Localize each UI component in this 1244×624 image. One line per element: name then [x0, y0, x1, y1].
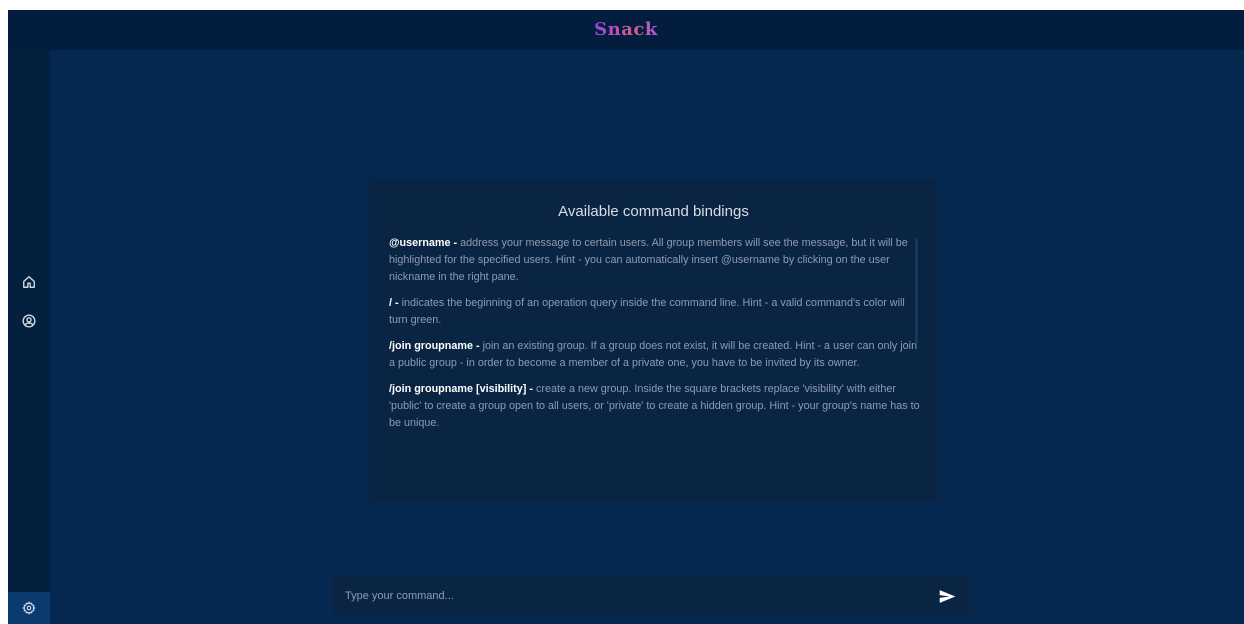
logo-text: Snack — [594, 19, 658, 40]
app-window: Snack Available command bindings @userna… — [8, 10, 1244, 624]
home-icon — [23, 276, 35, 288]
gear-icon — [22, 601, 36, 615]
app-logo: Snack — [8, 19, 1244, 40]
scrollbar-thumb[interactable] — [915, 238, 918, 344]
command-list[interactable]: @username - address your message to cert… — [389, 235, 921, 489]
command-help-panel: Available command bindings @username - a… — [369, 179, 938, 501]
settings-button[interactable] — [8, 592, 50, 624]
sidebar — [8, 50, 50, 624]
account-circle-icon — [22, 314, 36, 328]
command-input[interactable] — [345, 576, 925, 615]
scroll-fade — [389, 463, 921, 489]
command-bar — [333, 576, 970, 615]
panel-title: Available command bindings — [558, 203, 749, 220]
command-description: address your message to certain users. A… — [389, 237, 908, 283]
send-button[interactable] — [936, 586, 958, 606]
top-bar: Snack — [8, 10, 1244, 50]
home-button[interactable] — [18, 271, 40, 293]
list-item: /join groupname [visibility] - create a … — [389, 381, 921, 432]
command-name: /join groupname [visibility] - — [389, 383, 533, 395]
command-name: / - — [389, 297, 399, 309]
command-name: /join groupname - — [389, 340, 480, 352]
command-description: indicates the beginning of an operation … — [389, 297, 905, 326]
list-item: @username - address your message to cert… — [389, 235, 921, 286]
profile-button[interactable] — [18, 310, 40, 332]
send-icon — [939, 589, 955, 603]
list-item: / - indicates the beginning of an operat… — [389, 295, 921, 329]
list-item: /join groupname - join an existing group… — [389, 338, 921, 372]
command-name: @username - — [389, 237, 458, 249]
